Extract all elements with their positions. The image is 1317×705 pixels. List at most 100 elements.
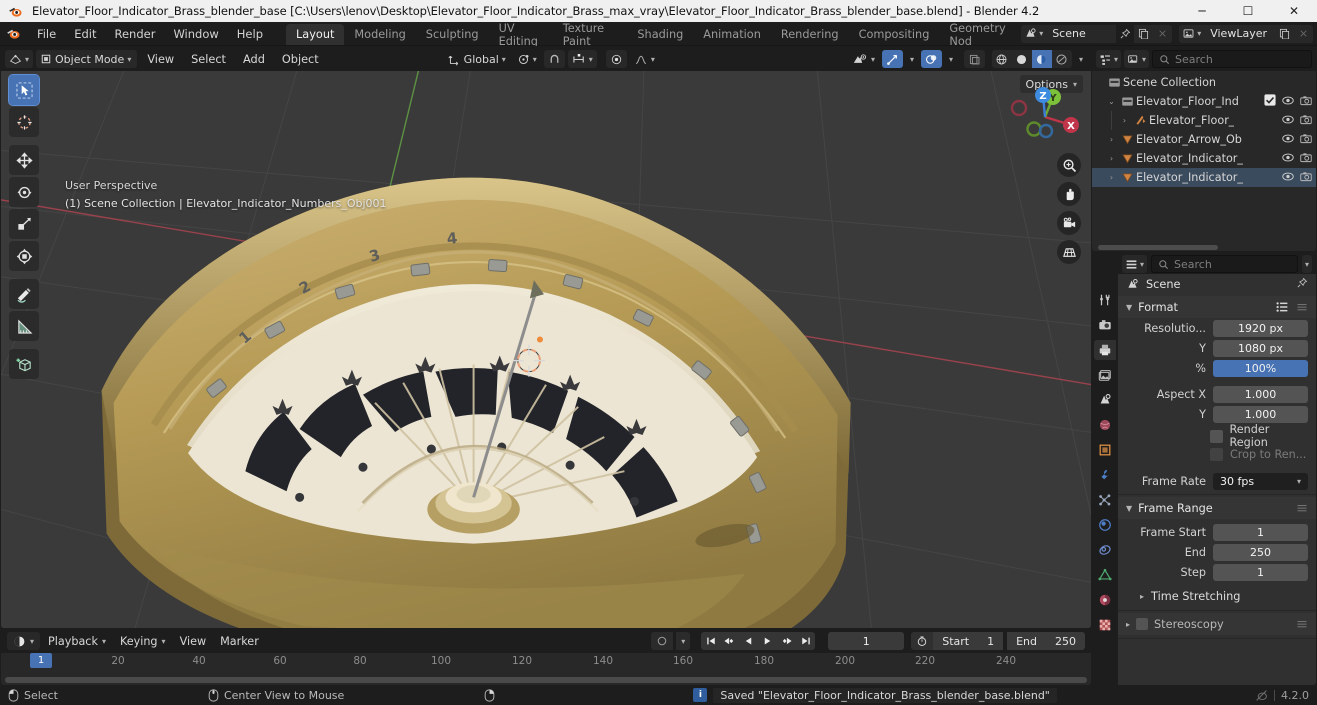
tab-sculpting[interactable]: Sculpting bbox=[416, 24, 489, 45]
resolution-x-field[interactable]: 1920 px bbox=[1213, 320, 1308, 337]
outliner-row-2[interactable]: › Elevator_Floor_ bbox=[1092, 111, 1316, 130]
move-tool[interactable] bbox=[9, 145, 39, 175]
stereoscopy-panel-header[interactable]: ▸ Stereoscopy bbox=[1118, 613, 1316, 635]
disable-in-renders-icon[interactable] bbox=[1300, 171, 1312, 185]
outliner-editor-type-button[interactable]: ▾ bbox=[1096, 50, 1122, 68]
hide-in-viewport-icon[interactable] bbox=[1282, 171, 1294, 185]
physics-properties-tab[interactable] bbox=[1094, 515, 1116, 535]
outliner-display-mode-button[interactable]: ▾ bbox=[1124, 50, 1150, 68]
previous-keyframe-button[interactable] bbox=[720, 632, 739, 650]
new-viewlayer-button[interactable] bbox=[1275, 24, 1294, 43]
viewlayer-selector[interactable]: ▾ ViewLayer bbox=[1179, 24, 1313, 43]
pin-scene-icon[interactable] bbox=[1116, 25, 1134, 43]
outliner-row-3[interactable]: › Elevator_Arrow_Ob bbox=[1092, 130, 1316, 149]
tab-shading[interactable]: Shading bbox=[627, 24, 693, 45]
blender-menu-icon[interactable] bbox=[0, 22, 28, 45]
material-preview-shading-button[interactable] bbox=[1031, 50, 1052, 68]
snap-pivot-button[interactable]: ▾ bbox=[513, 50, 541, 68]
viewport-menu-view[interactable]: View bbox=[140, 50, 181, 68]
disable-in-renders-icon[interactable] bbox=[1300, 95, 1312, 109]
outliner-row-1[interactable]: ⌄ Elevator_Floor_Ind bbox=[1092, 92, 1316, 111]
pin-properties-icon[interactable] bbox=[1296, 277, 1308, 292]
outliner-search-input[interactable]: Search bbox=[1152, 50, 1312, 68]
zoom-view-icon[interactable] bbox=[1057, 153, 1081, 177]
viewlayer-properties-tab[interactable] bbox=[1094, 365, 1116, 385]
constraint-properties-tab[interactable] bbox=[1094, 540, 1116, 560]
render-properties-tab[interactable] bbox=[1094, 315, 1116, 335]
tab-geometry-nodes[interactable]: Geometry Nod bbox=[939, 22, 1021, 48]
add-cube-tool[interactable] bbox=[9, 349, 39, 379]
scene-browse-icon[interactable]: ▾ bbox=[1021, 24, 1047, 43]
timeline-menu-keying[interactable]: Keying ▾ bbox=[114, 632, 172, 650]
format-panel-header[interactable]: ▼ Format bbox=[1118, 296, 1316, 318]
close-button[interactable]: ✕ bbox=[1271, 0, 1317, 22]
wireframe-shading-button[interactable] bbox=[992, 50, 1012, 68]
expand-toggle-icon[interactable]: › bbox=[1105, 154, 1118, 163]
scene-name[interactable]: Scene bbox=[1046, 24, 1117, 43]
auto-keying-icon[interactable] bbox=[651, 632, 674, 650]
output-properties-tab[interactable] bbox=[1094, 340, 1116, 360]
scale-tool[interactable] bbox=[9, 209, 39, 239]
tweak-select-tool[interactable] bbox=[8, 74, 40, 106]
hide-in-viewport-icon[interactable] bbox=[1282, 133, 1294, 147]
expand-toggle-icon[interactable]: › bbox=[1105, 135, 1118, 144]
delete-viewlayer-button[interactable] bbox=[1294, 24, 1313, 43]
transform-tool[interactable] bbox=[9, 241, 39, 271]
timeline-ruler[interactable]: 20 40 60 80 100 120 140 160 180 200 220 240 1 bbox=[1, 653, 1091, 685]
exclude-from-viewlayer-checkbox[interactable] bbox=[1264, 94, 1276, 109]
solid-shading-button[interactable] bbox=[1012, 50, 1032, 68]
tab-modeling[interactable]: Modeling bbox=[344, 24, 415, 45]
viewlayer-name[interactable]: ViewLayer bbox=[1204, 24, 1275, 43]
proportional-editing-button[interactable]: ▾ bbox=[567, 50, 597, 68]
world-properties-tab[interactable] bbox=[1094, 415, 1116, 435]
frame-rate-select[interactable]: 30 fps ▾ bbox=[1213, 473, 1308, 490]
falloff-curve-button[interactable]: ▾ bbox=[630, 50, 659, 68]
time-stretching-subpanel[interactable]: ▸ Time Stretching bbox=[1118, 586, 1316, 607]
timeline-menu-playback[interactable]: Playback ▾ bbox=[42, 632, 112, 650]
aspect-x-field[interactable]: 1.000 bbox=[1213, 386, 1308, 403]
frame-end-field[interactable]: 250 bbox=[1213, 544, 1308, 561]
render-region-checkbox[interactable] bbox=[1210, 429, 1223, 443]
timeline-scrollbar[interactable] bbox=[5, 677, 1087, 683]
properties-options-button[interactable]: ▾ bbox=[1301, 255, 1312, 273]
hide-in-viewport-icon[interactable] bbox=[1282, 114, 1294, 128]
hide-in-viewport-icon[interactable] bbox=[1282, 95, 1294, 109]
auto-keying-dropdown[interactable]: ▾ bbox=[676, 632, 691, 650]
expand-toggle-icon[interactable]: › bbox=[1118, 116, 1131, 125]
scene-selector[interactable]: ▾ Scene bbox=[1021, 24, 1173, 43]
resolution-percent-field[interactable]: 100% bbox=[1213, 360, 1308, 377]
interaction-mode-button[interactable]: Object Mode ▾ bbox=[36, 50, 138, 68]
overlays-dropdown[interactable]: ▾ bbox=[945, 50, 957, 68]
snap-magnet-button[interactable] bbox=[543, 50, 565, 68]
material-properties-tab[interactable] bbox=[1094, 590, 1116, 610]
tab-texture-paint[interactable]: Texture Paint bbox=[553, 22, 628, 48]
editor-type-button[interactable]: ▾ bbox=[5, 50, 34, 68]
hide-in-viewport-icon[interactable] bbox=[1282, 152, 1294, 166]
timeline-menu-marker[interactable]: Marker bbox=[214, 632, 265, 650]
start-frame-field[interactable]: Start 1 bbox=[933, 632, 1004, 650]
show-overlays-button[interactable] bbox=[920, 50, 942, 68]
new-scene-button[interactable] bbox=[1134, 24, 1154, 43]
modifier-properties-tab[interactable] bbox=[1094, 465, 1116, 485]
frame-start-field[interactable]: 1 bbox=[1213, 524, 1308, 541]
jump-to-start-button[interactable] bbox=[701, 632, 720, 650]
disable-in-renders-icon[interactable] bbox=[1300, 114, 1312, 128]
delete-scene-button[interactable] bbox=[1153, 24, 1173, 43]
particle-properties-tab[interactable] bbox=[1094, 490, 1116, 510]
timeline-menu-view[interactable]: View bbox=[174, 632, 213, 650]
tab-uv-editing[interactable]: UV Editing bbox=[489, 22, 553, 48]
frame-step-field[interactable]: 1 bbox=[1213, 564, 1308, 581]
menu-render[interactable]: Render bbox=[105, 22, 164, 46]
end-frame-field[interactable]: End 250 bbox=[1007, 632, 1085, 650]
viewport-menu-add[interactable]: Add bbox=[236, 50, 272, 68]
visibility-selectability-button[interactable]: ▾ bbox=[849, 50, 879, 68]
outliner-row-4[interactable]: › Elevator_Indicator_ bbox=[1092, 149, 1316, 168]
measure-tool[interactable] bbox=[9, 311, 39, 341]
aspect-y-field[interactable]: 1.000 bbox=[1213, 406, 1308, 423]
render-region-row[interactable]: Render Region bbox=[1210, 423, 1308, 449]
play-reverse-button[interactable] bbox=[739, 632, 758, 650]
expand-toggle-icon[interactable]: ⌄ bbox=[1105, 97, 1118, 106]
data-properties-tab[interactable] bbox=[1094, 565, 1116, 585]
next-keyframe-button[interactable] bbox=[777, 632, 796, 650]
tab-animation[interactable]: Animation bbox=[693, 24, 771, 45]
